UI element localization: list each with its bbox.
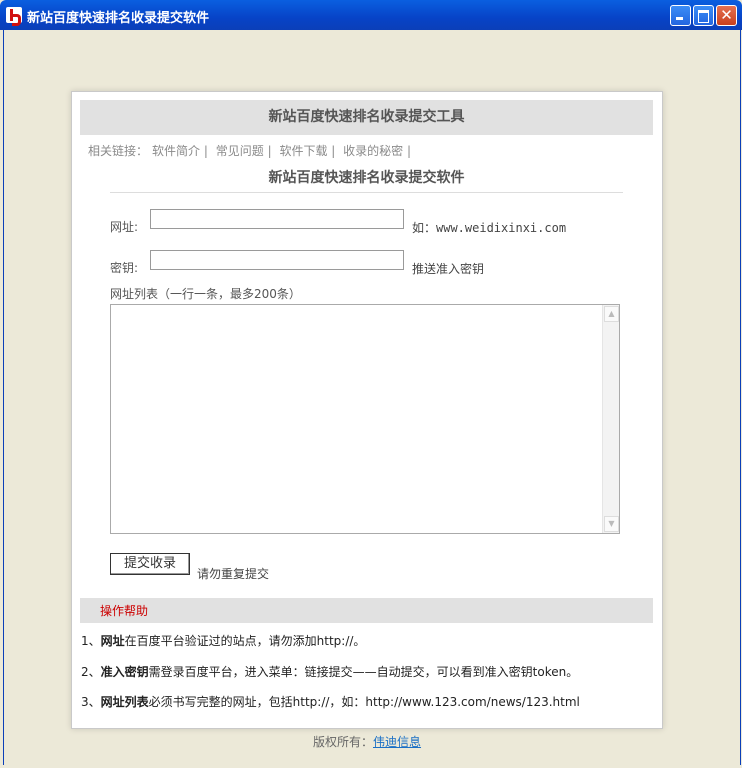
help-header: 操作帮助 xyxy=(80,598,653,623)
nav-separator: | xyxy=(267,144,272,158)
close-icon: ✕ xyxy=(720,6,733,24)
key-label: 密钥: xyxy=(110,261,139,275)
key-input[interactable] xyxy=(150,250,404,270)
help-item: 2、准入密钥需登录百度平台，进入菜单：链接提交——自动提交，可以看到准入密钥to… xyxy=(81,663,578,680)
nav-link-faq[interactable]: 常见问题 xyxy=(216,144,264,158)
title-bar[interactable]: 新站百度快速排名收录提交软件 ✕ xyxy=(0,0,742,30)
submit-button[interactable]: 提交收录 xyxy=(110,553,190,575)
key-hint: 推送准入密钥 xyxy=(412,262,485,276)
section-title: 新站百度快速排名收录提交软件 xyxy=(110,168,623,193)
footer-prefix: 版权所有： xyxy=(312,735,373,749)
help-item-num: 3、 xyxy=(81,695,101,709)
footer: 版权所有：伟迪信息 xyxy=(4,733,730,750)
url-input[interactable] xyxy=(150,209,404,229)
help-item: 1、网址在百度平台验证过的站点，请勿添加http://。 xyxy=(81,632,365,649)
maximize-button[interactable] xyxy=(693,5,714,26)
url-hint: 如：www.weidixinxi.com xyxy=(412,221,567,235)
submit-note: 请勿重复提交 xyxy=(197,567,270,581)
help-item-text: 在百度平台验证过的站点，请勿添加http://。 xyxy=(124,634,366,648)
help-item-term: 网址 xyxy=(100,634,125,648)
footer-company-link[interactable]: 伟迪信息 xyxy=(373,735,421,749)
help-item-term: 网址列表 xyxy=(100,695,149,709)
related-links-nav: 相关链接： 软件简介 | 常见问题 | 软件下载 | 收录的秘密 | xyxy=(88,142,415,159)
help-item-text: 必须书写完整的网址，包括http://，如：http://www.123.com… xyxy=(148,695,580,709)
url-label: 网址: xyxy=(110,220,139,234)
url-list-label: 网址列表（一行一条，最多200条） xyxy=(110,287,301,301)
window-title: 新站百度快速排名收录提交软件 xyxy=(27,11,210,26)
help-item-num: 2、 xyxy=(81,665,101,679)
nav-link-intro[interactable]: 软件简介 xyxy=(152,144,200,158)
app-logo-icon xyxy=(6,7,22,26)
help-item-term: 准入密钥 xyxy=(100,665,149,679)
scroll-up-icon[interactable]: ▲ xyxy=(604,306,619,322)
help-title: 操作帮助 xyxy=(100,604,149,618)
nav-separator: | xyxy=(203,144,208,158)
nav-separator: | xyxy=(331,144,336,158)
main-card: 新站百度快速排名收录提交工具 相关链接： 软件简介 | 常见问题 | 软件下载 |… xyxy=(71,91,663,729)
help-item-num: 1、 xyxy=(81,634,101,648)
help-item: 3、网址列表必须书写完整的网址，包括http://，如：http://www.1… xyxy=(81,693,580,710)
nav-prefix: 相关链接： xyxy=(88,144,149,158)
minimize-button[interactable] xyxy=(670,5,691,26)
scroll-down-icon[interactable]: ▼ xyxy=(604,516,619,532)
window-client-area: 新站百度快速排名收录提交工具 相关链接： 软件简介 | 常见问题 | 软件下载 |… xyxy=(3,30,741,765)
textarea-scrollbar[interactable]: ▲ ▼ xyxy=(602,305,619,533)
close-button[interactable]: ✕ xyxy=(716,5,737,26)
nav-link-download[interactable]: 软件下载 xyxy=(279,144,327,158)
page-title: 新站百度快速排名收录提交工具 xyxy=(80,100,653,135)
help-item-text: 需登录百度平台，进入菜单：链接提交——自动提交，可以看到准入密钥token。 xyxy=(148,665,579,679)
nav-link-secret[interactable]: 收录的秘密 xyxy=(343,144,403,158)
url-list-textarea[interactable]: ▲ ▼ xyxy=(110,304,620,534)
nav-separator: | xyxy=(407,144,412,158)
